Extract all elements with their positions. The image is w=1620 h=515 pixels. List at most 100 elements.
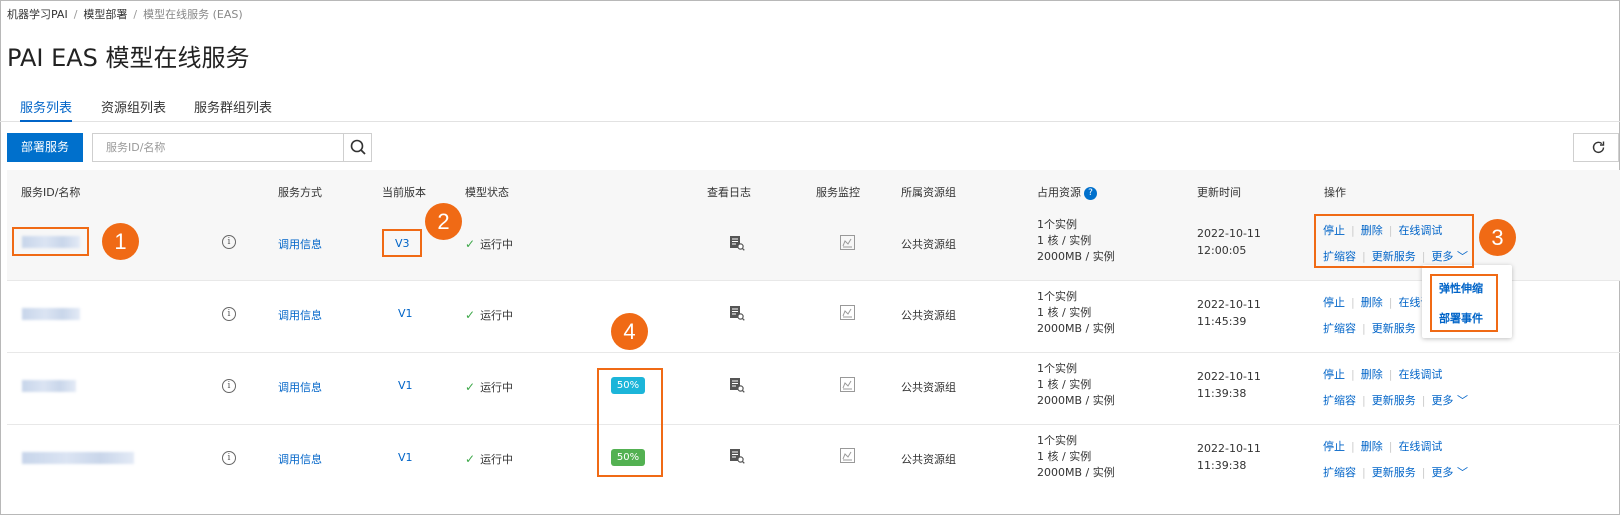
debug-link[interactable]: 在线调试 [1398, 368, 1442, 381]
col-service-mode: 服务方式 [278, 186, 322, 199]
instance-count: 1个实例 [1037, 218, 1077, 231]
update-clock: 12:00:05 [1197, 244, 1247, 257]
invoke-info-link[interactable]: 调用信息 [278, 379, 322, 395]
deploy-service-button[interactable]: 部署服务 [7, 133, 83, 162]
update-clock: 11:39:38 [1197, 459, 1247, 472]
col-actions: 操作 [1324, 186, 1346, 199]
info-icon[interactable]: i [222, 451, 236, 465]
col-updated: 更新时间 [1197, 186, 1241, 199]
col-resources-label: 占用资源 [1037, 186, 1081, 199]
more-label: 更多 [1431, 466, 1454, 479]
monitor-chart-icon[interactable] [840, 377, 855, 392]
more-dropdown[interactable]: 更多 ﹀ [1431, 466, 1468, 479]
version-link[interactable]: V1 [398, 307, 413, 320]
service-id-link[interactable] [22, 308, 80, 320]
resource-usage: 1个实例 1 核 / 实例 2000MB / 实例 [1037, 217, 1115, 265]
tab-resource-groups[interactable]: 资源组列表 [101, 97, 166, 122]
update-date: 2022-10-11 [1197, 298, 1261, 311]
cores-per-instance: 1 核 / 实例 [1037, 234, 1092, 247]
monitor-chart-icon[interactable] [840, 235, 855, 250]
cores-per-instance: 1 核 / 实例 [1037, 378, 1092, 391]
resource-group: 公共资源组 [901, 238, 956, 251]
update-service-link[interactable]: 更新服务 [1372, 394, 1416, 407]
scale-link[interactable]: 扩缩容 [1323, 322, 1356, 335]
col-resource-group: 所属资源组 [901, 186, 956, 199]
instance-count: 1个实例 [1037, 290, 1077, 303]
model-status: ✓ 运行中 [465, 307, 513, 323]
step-marker-1: 1 [102, 223, 139, 260]
memory-per-instance: 2000MB / 实例 [1037, 394, 1115, 407]
stop-link[interactable]: 停止 [1323, 296, 1345, 309]
search-input[interactable] [93, 134, 339, 161]
table-row: i 调用信息 V1 ✓ 运行中 50% 公共资源组 1个实例 1 核 / 实例 2… [7, 424, 1620, 497]
monitor-chart-icon[interactable] [840, 448, 855, 463]
more-label: 更多 [1431, 394, 1454, 407]
info-icon[interactable]: i [222, 307, 236, 321]
scale-link[interactable]: 扩缩容 [1323, 466, 1356, 479]
status-text: 运行中 [480, 309, 514, 322]
info-icon[interactable]: i [222, 379, 236, 393]
refresh-button[interactable] [1573, 133, 1619, 162]
check-icon: ✓ [465, 452, 476, 466]
check-icon: ✓ [465, 308, 476, 322]
stop-link[interactable]: 停止 [1323, 368, 1345, 381]
log-file-icon[interactable] [729, 305, 745, 321]
check-icon: ✓ [465, 380, 476, 394]
tab-service-list[interactable]: 服务列表 [20, 97, 73, 122]
version-link[interactable]: V1 [398, 451, 413, 464]
service-id-link[interactable] [22, 380, 76, 392]
tab-service-groups[interactable]: 服务群组列表 [194, 97, 272, 122]
stop-link[interactable]: 停止 [1323, 440, 1345, 453]
log-file-icon[interactable] [729, 377, 745, 393]
check-icon: ✓ [465, 237, 476, 251]
memory-per-instance: 2000MB / 实例 [1037, 466, 1115, 479]
search-button[interactable] [343, 134, 371, 161]
model-status: ✓ 运行中 [465, 236, 513, 252]
service-id-link[interactable] [22, 452, 134, 464]
resource-group: 公共资源组 [901, 453, 956, 466]
annotation-box-traffic [597, 368, 663, 477]
annotation-box-actions [1314, 214, 1474, 268]
invoke-info-link[interactable]: 调用信息 [278, 451, 322, 467]
resource-usage: 1个实例 1 核 / 实例 2000MB / 实例 [1037, 289, 1115, 337]
update-service-link[interactable]: 更新服务 [1372, 322, 1416, 335]
annotation-box-version [382, 229, 422, 257]
breadcrumb-deploy[interactable]: 模型部署 [83, 8, 127, 21]
monitor-chart-icon[interactable] [840, 305, 855, 320]
delete-link[interactable]: 删除 [1361, 368, 1383, 381]
search-icon [350, 139, 366, 155]
delete-link[interactable]: 删除 [1361, 440, 1383, 453]
breadcrumb-pai[interactable]: 机器学习PAI [7, 8, 68, 21]
version-link[interactable]: V1 [398, 379, 413, 392]
col-service-id: 服务ID/名称 [21, 186, 81, 199]
update-service-link[interactable]: 更新服务 [1372, 466, 1416, 479]
model-status: ✓ 运行中 [465, 451, 513, 467]
scale-link[interactable]: 扩缩容 [1323, 394, 1356, 407]
log-file-icon[interactable] [729, 448, 745, 464]
col-model-status: 模型状态 [465, 186, 509, 199]
help-icon[interactable]: ? [1084, 186, 1097, 200]
instance-count: 1个实例 [1037, 434, 1077, 447]
invoke-info-link[interactable]: 调用信息 [278, 307, 322, 323]
update-clock: 11:45:39 [1197, 315, 1247, 328]
model-status: ✓ 运行中 [465, 379, 513, 395]
col-view-logs: 查看日志 [707, 186, 751, 199]
update-time: 2022-10-11 12:00:05 [1197, 225, 1261, 259]
more-dropdown[interactable]: 更多 ﹀ [1431, 394, 1468, 407]
memory-per-instance: 2000MB / 实例 [1037, 322, 1115, 335]
table-header: 服务ID/名称 服务方式 当前版本 模型状态 查看日志 服务监控 所属资源组 占… [7, 170, 1620, 212]
chevron-down-icon: ﹀ [1456, 466, 1468, 479]
annotation-box-menu [1430, 274, 1498, 332]
step-marker-3: 3 [1479, 219, 1516, 256]
log-file-icon[interactable] [729, 235, 745, 251]
delete-link[interactable]: 删除 [1361, 296, 1383, 309]
status-text: 运行中 [480, 381, 514, 394]
col-version: 当前版本 [382, 186, 426, 199]
annotation-box-service-id [12, 227, 89, 256]
search-box [92, 133, 372, 162]
info-icon[interactable]: i [222, 235, 236, 249]
debug-link[interactable]: 在线调试 [1398, 440, 1442, 453]
resource-usage: 1个实例 1 核 / 实例 2000MB / 实例 [1037, 361, 1115, 409]
invoke-info-link[interactable]: 调用信息 [278, 236, 322, 252]
update-date: 2022-10-11 [1197, 370, 1261, 383]
